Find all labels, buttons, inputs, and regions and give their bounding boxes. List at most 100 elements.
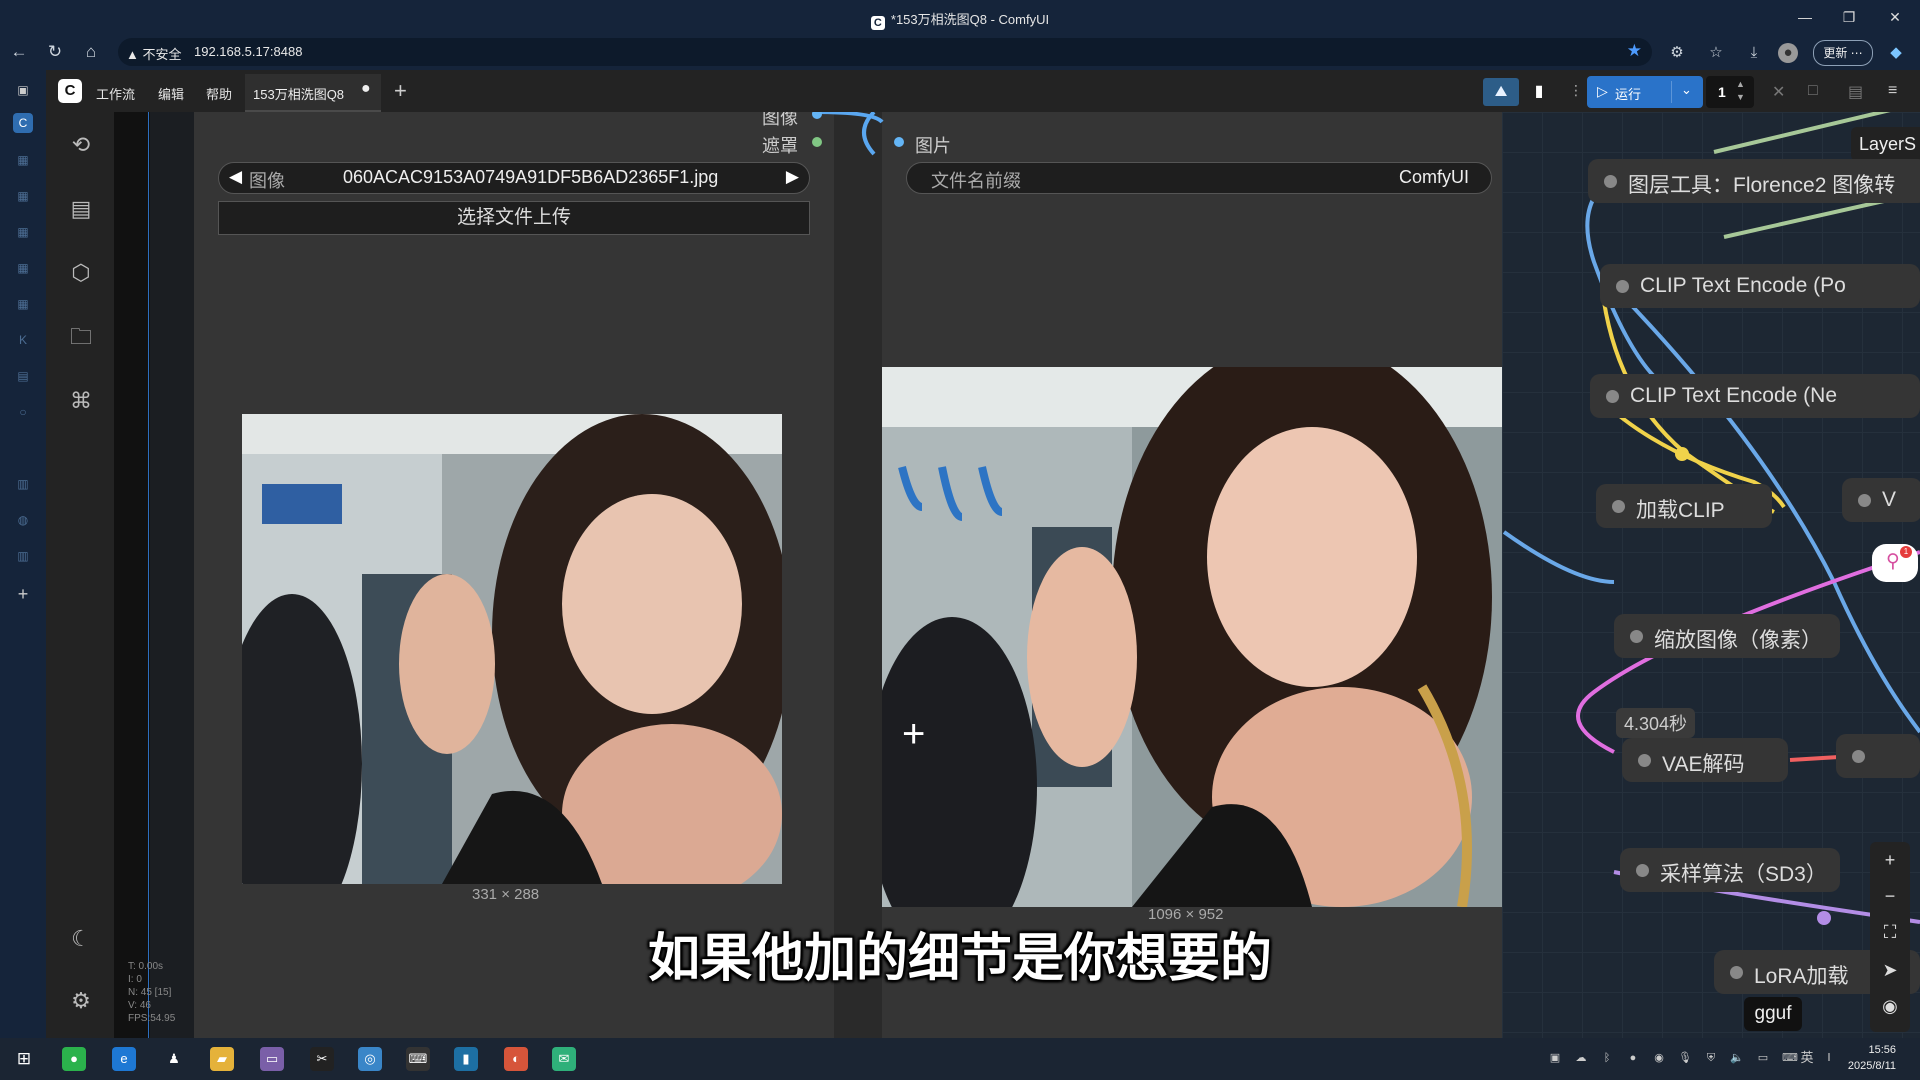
bookmark-icon[interactable]: ▮ bbox=[1525, 78, 1553, 106]
next-arrow-icon[interactable]: ▶ bbox=[786, 167, 799, 187]
photos-app-icon[interactable]: ◎ bbox=[358, 1047, 382, 1071]
zoom-in-icon[interactable]: + bbox=[1880, 850, 1900, 870]
home-icon[interactable]: ⌂ bbox=[80, 41, 102, 63]
tab-icon-8[interactable]: ○ bbox=[13, 402, 33, 422]
tray-app-icon[interactable]: ● bbox=[1626, 1051, 1640, 1065]
add-tab-icon[interactable]: + bbox=[394, 78, 407, 104]
minimize-icon[interactable]: — bbox=[1794, 6, 1816, 28]
tray-bluetooth-icon[interactable]: ᛒ bbox=[1600, 1051, 1614, 1065]
model-tree-icon[interactable]: ⌘ bbox=[68, 388, 94, 414]
settings-gear-icon[interactable]: ⚙ bbox=[68, 988, 94, 1014]
tray-speaker-icon[interactable]: 🔈 bbox=[1730, 1051, 1744, 1065]
tab-actions-icon[interactable]: ▣ bbox=[13, 80, 33, 100]
edge-browser-icon[interactable]: e bbox=[112, 1047, 136, 1071]
queue-toggle-icon[interactable]: ⛰ bbox=[1483, 78, 1519, 106]
tab-icon-6[interactable]: K bbox=[13, 330, 33, 350]
tab-icon-7[interactable]: ▤ bbox=[13, 366, 33, 386]
close-window-icon[interactable]: ✕ bbox=[1884, 6, 1906, 28]
update-button[interactable]: 更新 ⋯ bbox=[1813, 40, 1873, 66]
taskbar-clock[interactable]: 15:56 2025/8/11 bbox=[1836, 1042, 1896, 1074]
upload-file-button[interactable]: 选择文件上传 bbox=[218, 201, 810, 235]
app-book-icon[interactable]: ▮ bbox=[454, 1047, 478, 1071]
tab-icon-5[interactable]: ▦ bbox=[13, 294, 33, 314]
tab-icon-2[interactable]: ▦ bbox=[13, 186, 33, 206]
workflow-tab[interactable]: 153万相洗图Q8 ● bbox=[245, 74, 381, 112]
graph-canvas[interactable]: 图像 遮罩 ◀ 图像 060ACAC9153A0749A91DF5B6AD236… bbox=[114, 112, 1920, 1038]
input-image-slot[interactable] bbox=[894, 137, 904, 147]
favorites-icon[interactable]: ☆ bbox=[1706, 43, 1726, 63]
folder-icon[interactable]: 🗀 bbox=[68, 324, 94, 350]
tray-cloud-icon[interactable]: ☁ bbox=[1574, 1051, 1588, 1065]
active-tab-icon[interactable]: C bbox=[13, 113, 33, 133]
profile-avatar-icon[interactable]: ● bbox=[1778, 43, 1798, 63]
history-icon[interactable]: ⟲ bbox=[68, 132, 94, 158]
sampler-sd3-node[interactable]: 采样算法（SD3） bbox=[1620, 848, 1840, 892]
menu-edit[interactable]: 编辑 bbox=[158, 84, 184, 103]
tab-icon-4[interactable]: ▦ bbox=[13, 258, 33, 278]
back-icon[interactable]: ← bbox=[8, 41, 30, 63]
scale-image-node[interactable]: 缩放图像（像素） bbox=[1614, 614, 1840, 658]
qq-icon[interactable]: ♟ bbox=[162, 1047, 186, 1071]
security-warning[interactable]: ▲ 不安全 bbox=[126, 44, 182, 63]
browser-app-icon[interactable]: ◐ bbox=[504, 1047, 528, 1071]
vae-decode-node[interactable]: VAE解码 bbox=[1622, 738, 1788, 782]
gguf-node-chip[interactable]: gguf bbox=[1744, 997, 1802, 1031]
tray-ime-icon[interactable]: ⌨ bbox=[1782, 1051, 1798, 1065]
comfy-launcher-icon[interactable]: ✉ bbox=[552, 1047, 576, 1071]
v-node[interactable]: V bbox=[1842, 478, 1920, 522]
image-select-widget[interactable]: ◀ 图像 060ACAC9153A0749A91DF5B6AD2365F1.jp… bbox=[218, 162, 810, 194]
node-library-icon[interactable]: ⬡ bbox=[68, 260, 94, 286]
new-tab-icon[interactable]: + bbox=[13, 584, 33, 604]
filename-prefix-input[interactable]: 文件名前缀 ComfyUI bbox=[906, 162, 1492, 194]
pin-badge[interactable]: ⚲ 1 bbox=[1872, 544, 1918, 582]
tray-display-icon[interactable]: ▭ bbox=[1756, 1051, 1770, 1065]
tray-ime-mode-icon[interactable]: Ⅰ bbox=[1822, 1051, 1836, 1065]
output-mask-slot[interactable] bbox=[812, 137, 822, 147]
tab-icon-11[interactable]: ▥ bbox=[13, 546, 33, 566]
run-button[interactable]: ▷ 运行 ⌄ bbox=[1587, 76, 1703, 108]
layout-icon[interactable]: ▤ bbox=[1848, 82, 1863, 102]
stepper-arrows-icon[interactable]: ▲ ▼ bbox=[1736, 78, 1745, 104]
tab-icon-9[interactable]: ▥ bbox=[13, 474, 33, 494]
tray-nvidia-icon[interactable]: ▣ bbox=[1548, 1051, 1562, 1065]
prev-arrow-icon[interactable]: ◀ bbox=[229, 167, 242, 187]
reload-icon[interactable]: ↻ bbox=[44, 41, 66, 63]
capcut-icon[interactable]: ✂ bbox=[310, 1047, 334, 1071]
restore-icon[interactable]: ❐ bbox=[1838, 6, 1860, 28]
wechat-icon[interactable]: ● bbox=[62, 1047, 86, 1071]
address-bar[interactable]: ▲ 不安全 192.168.5.17:8488 ★ bbox=[118, 38, 1652, 66]
tray-mic-icon[interactable]: 🎙 bbox=[1678, 1051, 1692, 1065]
clip-text-encode-neg-node[interactable]: CLIP Text Encode (Ne bbox=[1590, 374, 1920, 418]
clip-text-encode-pos-node[interactable]: CLIP Text Encode (Po bbox=[1600, 264, 1920, 308]
queue-list-icon[interactable]: ▤ bbox=[68, 196, 94, 222]
copilot-icon[interactable]: ◆ bbox=[1886, 43, 1906, 63]
zoom-out-icon[interactable]: − bbox=[1880, 886, 1900, 906]
run-mode-chevron-icon[interactable]: ⌄ bbox=[1681, 82, 1692, 98]
tray-shield-icon[interactable]: ⛨ bbox=[1704, 1051, 1718, 1065]
favorite-star-icon[interactable]: ★ bbox=[1627, 41, 1642, 61]
tab-icon-3[interactable]: ▦ bbox=[13, 222, 33, 242]
hamburger-menu-icon[interactable]: ≡ bbox=[1888, 82, 1897, 100]
tab-icon-10[interactable]: ◍ bbox=[13, 510, 33, 530]
windows-start-icon[interactable]: ⊞ bbox=[12, 1047, 36, 1071]
load-clip-node[interactable]: 加载CLIP bbox=[1596, 484, 1772, 528]
comfy-logo[interactable]: C bbox=[58, 79, 82, 103]
tray-wechat-icon[interactable]: ◉ bbox=[1652, 1051, 1666, 1065]
terminal-icon[interactable]: ⌨ bbox=[406, 1047, 430, 1071]
clear-queue-icon[interactable]: ✕ bbox=[1772, 82, 1785, 102]
layer-node-chip[interactable]: LayerS bbox=[1851, 127, 1920, 161]
partial-node[interactable] bbox=[1836, 734, 1920, 778]
toggle-visibility-icon[interactable]: ◉ bbox=[1880, 996, 1900, 1016]
batch-count-input[interactable]: 1 ▲ ▼ bbox=[1706, 76, 1754, 108]
menu-help[interactable]: 帮助 bbox=[206, 84, 232, 103]
notes-app-icon[interactable]: ▭ bbox=[260, 1047, 284, 1071]
bottom-panel-icon[interactable]: □ bbox=[1808, 82, 1818, 100]
extensions-icon[interactable]: ⚙ bbox=[1667, 43, 1687, 63]
file-explorer-icon[interactable]: ▰ bbox=[210, 1047, 234, 1071]
florence-node[interactable]: 图层工具：Florence2 图像转 bbox=[1588, 159, 1920, 203]
tray-language[interactable]: 英 bbox=[1800, 1051, 1814, 1065]
downloads-icon[interactable]: ⤓ bbox=[1744, 43, 1764, 63]
menu-workflow[interactable]: 工作流 bbox=[96, 84, 135, 103]
tab-icon-1[interactable]: ▦ bbox=[13, 150, 33, 170]
url-text[interactable]: 192.168.5.17:8488 bbox=[194, 44, 302, 59]
